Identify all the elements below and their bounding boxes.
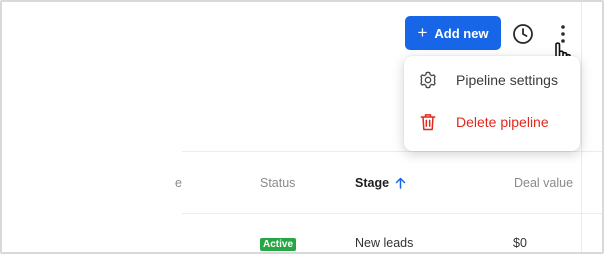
menu-item-label: Pipeline settings: [456, 72, 558, 88]
menu-item-delete-pipeline[interactable]: Delete pipeline: [404, 102, 580, 142]
stage-cell[interactable]: New leads: [355, 236, 413, 250]
column-header-status[interactable]: Status: [260, 176, 295, 190]
plus-icon: +: [417, 23, 428, 42]
menu-item-pipeline-settings[interactable]: Pipeline settings: [404, 60, 580, 100]
sort-ascending-icon: [395, 177, 406, 189]
deal-value-cell[interactable]: $0: [513, 236, 527, 250]
gear-icon: [420, 71, 436, 89]
header-row-border: [182, 213, 602, 214]
add-new-label: Add new: [434, 25, 489, 41]
column-header-stage[interactable]: Stage: [355, 176, 406, 190]
clock-icon: [513, 24, 533, 44]
add-new-button[interactable]: + Add new: [405, 16, 501, 50]
table-top-border: [182, 151, 602, 152]
column-header-name[interactable]: e: [175, 176, 182, 190]
status-badge: Active: [260, 238, 297, 251]
history-button[interactable]: [511, 22, 535, 46]
app-frame: e Status Stage Deal value Active New lea…: [0, 0, 604, 254]
column-divider: [581, 2, 582, 252]
pipeline-options-menu: Pipeline settings Delete pipeline: [404, 56, 580, 151]
trash-icon: [420, 114, 436, 131]
more-vertical-icon: [561, 25, 565, 43]
column-header-stage-label: Stage: [355, 176, 390, 190]
menu-item-label: Delete pipeline: [456, 114, 549, 130]
column-header-deal-value[interactable]: Deal value: [514, 176, 573, 190]
more-options-button[interactable]: [554, 20, 572, 48]
